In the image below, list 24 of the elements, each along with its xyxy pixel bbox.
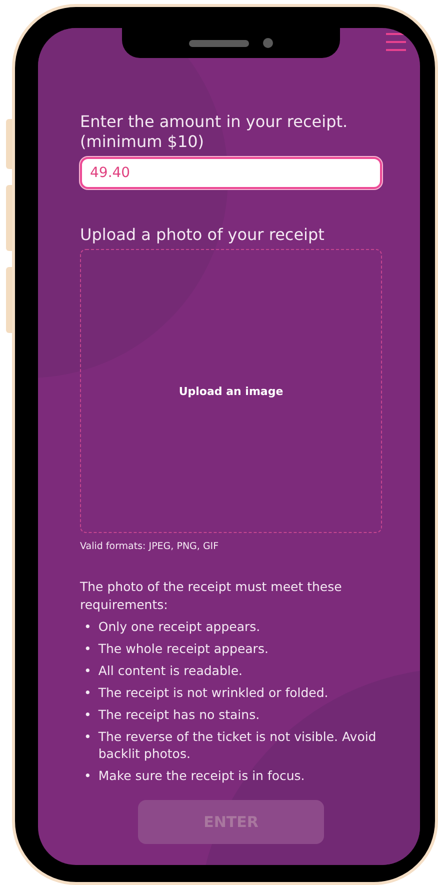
menu-icon[interactable] — [386, 32, 406, 52]
requirement-item: Make sure the receipt is in focus. — [98, 767, 305, 784]
bullet: • — [84, 684, 92, 701]
requirements-text: The photo of the receipt must meet these requirements: — [80, 578, 343, 614]
upload-prompt: Upload an image — [178, 384, 284, 398]
bullet: • — [84, 662, 92, 679]
formats-note: Valid formats: JPEG, PNG, GIF — [80, 541, 220, 552]
speaker-icon — [189, 40, 249, 46]
requirement-item: The whole receipt appears. — [98, 640, 268, 657]
bullet: • — [84, 767, 92, 784]
amount-field[interactable]: 49.40 — [80, 157, 382, 189]
upload-label: Upload a photo of your receipt — [80, 225, 326, 245]
upload-area[interactable]: Upload an image — [80, 249, 382, 533]
requirement-item: Only one receipt appears. — [98, 618, 260, 635]
camera-icon — [263, 38, 273, 48]
bullet: • — [84, 706, 92, 723]
bullet: • — [84, 728, 92, 745]
bullet: • — [84, 618, 92, 635]
bullet: • — [84, 640, 92, 657]
requirement-item: The reverse of the ticket is not visible. Avoid backlit photos. — [98, 728, 378, 762]
amount-label: Enter the amount in your receipt. (minimum $10) — [80, 112, 349, 152]
requirement-item: All content is readable. — [98, 662, 243, 679]
requirement-item: The receipt has no stains. — [98, 706, 260, 723]
requirement-item: The receipt is not wrinkled or folded. — [98, 684, 328, 701]
